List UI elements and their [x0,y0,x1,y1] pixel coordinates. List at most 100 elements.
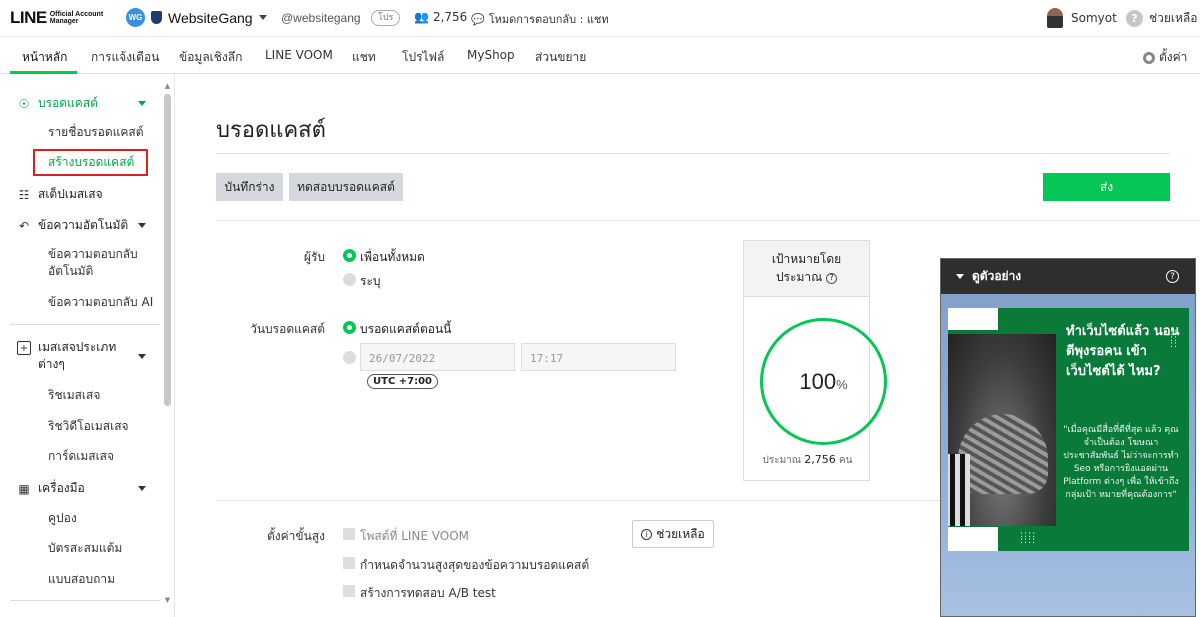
sidebar-item-broadcast-list[interactable]: รายชื่อบรอดแคสต์ [48,124,144,141]
all-friends-label[interactable]: เพื่อนทั้งหมด [360,248,425,267]
checkbox-max-messages[interactable] [343,557,355,569]
max-messages-label[interactable]: กำหนดจำนวนสูงสุดของข้อความบรอดแคสต์ [360,556,589,575]
scroll-down-icon[interactable]: ▼ [164,596,171,604]
radio-specify[interactable] [343,273,356,286]
sidebar-item-card-message[interactable]: การ์ดเมสเสจ [48,448,114,465]
sidebar-item-step-message[interactable]: ☷ สเต็ปเมสเสจ [17,185,103,204]
sidebar-item-coupon[interactable]: คูปอง [48,510,77,527]
sidebar-item-label: อัตโนมัติ [48,264,94,278]
settings-link[interactable]: ตั้งค่า [1143,48,1187,67]
tab-notifications[interactable]: การแจ้งเตือน [91,48,159,67]
chat-mode-text: โหมดการตอบกลับ : แชท [488,13,609,26]
line-oa-manager-logo[interactable]: LINE Official Account Manager [10,8,103,28]
radio-schedule[interactable] [343,351,356,364]
chevron-down-icon[interactable] [138,223,146,228]
sidebar-item-label: เมสเสจประเภท ต่างๆ [38,339,116,373]
send-button[interactable]: ส่ง [1043,173,1170,201]
ab-test-label[interactable]: สร้างการทดสอบ A/B test [360,584,496,603]
question-icon[interactable]: ? [1166,270,1179,283]
sidebar-item-ai-reply[interactable]: ข้อความตอบกลับ AI [48,294,153,311]
tab-chat[interactable]: แชท [352,48,376,67]
chevron-down-icon[interactable] [138,354,146,359]
broadcast-now-label[interactable]: บรอดแคสต์ตอนนี้ [360,320,451,339]
cat-photo [948,334,1056,526]
account-switcher[interactable]: WG WebsiteGang [126,8,267,27]
question-icon[interactable]: ? [826,272,838,284]
sidebar-scrollbar[interactable] [164,94,171,406]
sidebar-item-broadcast[interactable]: ☉ บรอดแคสต์ [17,94,98,113]
tools-icon: ▦ [18,481,30,496]
chevron-down-icon[interactable] [138,101,146,106]
sidebar-item-label: บรอดแคสต์ [38,96,98,110]
target-title-line-1: เป้าหมายโดย [771,252,842,266]
chevron-down-icon [258,15,267,20]
sidebar-item-tools[interactable]: ▦ เครื่องมือ [17,479,85,498]
tab-line-voom[interactable]: LINE VOOM [265,48,333,62]
gear-icon [1143,51,1155,64]
step-message-icon: ☷ [18,187,30,202]
account-avatar: WG [126,8,145,27]
sidebar-item-survey[interactable]: แบบสอบถาม [48,571,115,588]
logo-sub-2: Manager [49,18,79,25]
divider [216,500,940,501]
preview-title: ดูตัวอย่าง [972,269,1022,283]
sidebar-item-auto-reply[interactable]: ↶ ข้อความอัตโนมัติ [17,216,128,235]
test-broadcast-button[interactable]: ทดสอบบรอดแคสต์ [289,173,403,201]
tab-profile[interactable]: โปรไฟล์ [402,48,444,67]
sidebar-item-label: เครื่องมือ [38,481,85,495]
plan-badge: โปร [371,10,401,26]
post-voom-label[interactable]: โพสต์ที่ LINE VOOM [360,527,469,546]
chevron-down-icon[interactable] [138,486,146,491]
chat-mode-status[interactable]: 💬 โหมดการตอบกลับ : แชท [471,10,609,28]
help-button[interactable]: i ช่วยเหลือ [632,520,714,548]
target-title-line-2: ประมาณ [775,270,823,284]
checkbox-post-voom[interactable] [343,528,355,540]
advanced-settings-label: ตั้งค่าขั้นสูง [266,529,325,543]
broadcast-date-label: วันบรอดแคสต์ [250,322,325,336]
save-draft-button[interactable]: บันทึกร่าง [216,173,283,201]
target-percent-ring: 100% [760,318,887,445]
friend-count: 👥 2,756 [414,10,467,24]
recipients-label: ผู้รับ [303,250,325,264]
dots-decoration: :::::::: [975,310,992,326]
sidebar-item-rich-message[interactable]: ริชเมสเสจ [48,387,100,404]
top-header: LINE Official Account Manager WG WebsiteG… [0,0,1200,37]
radio-broadcast-now[interactable] [343,321,356,334]
logo-subtitle: Official Account Manager [50,11,103,25]
radio-all-friends[interactable] [343,249,356,262]
sidebar-label-line-2: ต่างๆ [38,357,65,371]
chat-bubble-icon: 💬 [471,12,485,26]
dots-decoration: :::::::: [1020,530,1037,546]
tab-insights[interactable]: ข้อมูลเชิงลึก [179,48,242,67]
friend-count-value: 2,756 [432,10,468,24]
sidebar-item-label: สเต็ปเมสเสจ [38,187,103,201]
tab-extensions[interactable]: ส่วนขยาย [535,48,586,67]
sidebar-item-reward-card[interactable]: บัตรสะสมแต้ม [48,540,122,557]
percent-unit: % [836,376,848,392]
tab-myshop[interactable]: MyShop [467,48,515,62]
card-title: ทำเว็บไซต์แล้ว นอนตีพุงรอคน เข้าเว็บไซต์… [1066,324,1180,379]
logo-sub-1: Official Account [49,11,104,18]
checkbox-ab-test[interactable] [343,585,355,597]
estimate-value: 2,756 [804,453,836,466]
divider [216,153,1170,154]
tab-home[interactable]: หน้าหลัก [22,48,67,67]
user-name: Somyot [1071,11,1117,25]
help-button-label: ช่วยเหลือ [656,526,705,541]
specify-label[interactable]: ระบุ [360,272,381,291]
help-link[interactable]: ? ช่วยเหลือ [1126,9,1198,28]
sidebar-item-label: ข้อความตอบกลับ [48,247,138,261]
preview-header[interactable]: ดูตัวอย่าง [941,259,1195,294]
sidebar-item-message-types[interactable]: + เมสเสจประเภท ต่างๆ [17,339,116,373]
settings-label: ตั้งค่า [1159,50,1188,64]
user-menu[interactable]: Somyot [1047,8,1117,28]
broadcast-icon: ☉ [18,96,30,111]
sidebar-item-auto-reply-message[interactable]: ข้อความตอบกลับอัตโนมัติ [48,246,138,280]
rich-message-card[interactable]: :::::::: :::::::: :::::: ทำเว็บไซต์แล้ว … [948,308,1189,551]
scroll-up-icon[interactable]: ▲ [164,82,171,90]
time-input[interactable]: 17:17 [521,343,676,371]
question-icon: ? [1126,10,1143,27]
date-input[interactable]: 26/07/2022 [360,343,515,371]
sidebar-divider [10,324,160,325]
sidebar-item-rich-video[interactable]: ริชวิดีโอเมสเสจ [48,418,129,435]
